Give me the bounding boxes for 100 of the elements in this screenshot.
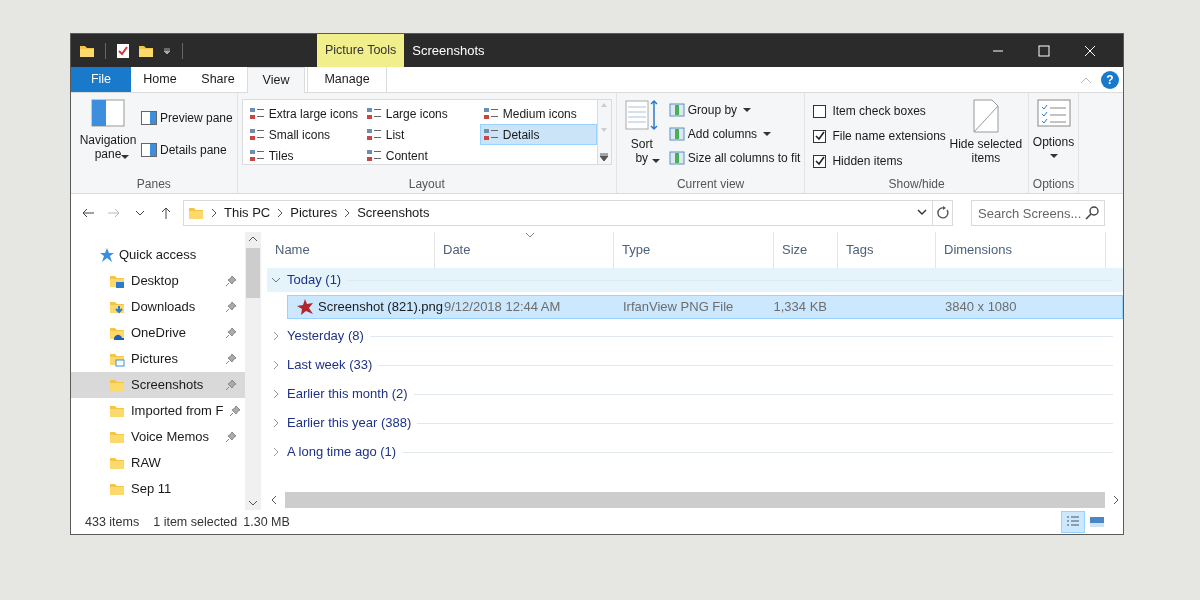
caret-down-icon [743,107,752,113]
chevron-icon [343,208,352,218]
pane-button[interactable]: Details pane [141,141,233,159]
navigation-item[interactable]: Quick access [71,242,245,268]
address-bar[interactable]: This PC Pictures Screenshots [183,200,933,226]
pane-icon [141,143,157,157]
caret-icon [162,45,172,56]
sort-by-button[interactable]: Sort by [620,99,663,175]
group-by-button[interactable]: Group by [668,101,801,119]
breadcrumb[interactable]: Pictures [290,203,338,223]
pane-icon [141,111,157,125]
navigation-pane-button[interactable]: Navigation pane [75,99,141,175]
navigation-label: RAW [131,454,162,473]
ribbon-tab[interactable]: File [71,67,131,92]
folder-icon [109,481,125,497]
layout-option[interactable]: Tiles [245,145,363,166]
options-button[interactable]: Options [1032,99,1075,175]
scroll-down-icon [600,127,609,133]
more-icon [599,152,610,162]
layout-option[interactable]: Content [362,145,480,166]
caret-down-icon [121,154,129,160]
file-row[interactable]: Screenshot (821).png9/12/2018 12:44 AM IrfanView PNG File 1,334 KB 3840 x 1080 [287,295,1123,319]
layout-option[interactable]: Extra large icons [245,103,363,124]
ribbon-tab[interactable]: Manage [307,67,387,92]
navigation-item[interactable]: Sep 11 [71,476,245,502]
navigation-item[interactable]: Desktop [71,268,245,294]
navigation-item[interactable]: OneDrive [71,320,245,346]
table-cell-text: Screenshot (821).png [318,298,444,317]
folder-icon [109,377,125,393]
search-field[interactable]: Search Screens... [971,200,1105,226]
view-icon [482,106,499,121]
refresh-button[interactable] [933,200,953,226]
chevron-right-icon [271,331,281,341]
group-label: Panes [135,176,172,193]
navigation-item[interactable]: Imported from F [71,398,245,424]
group-header[interactable]: Earlier this year (388) [267,411,1123,435]
layout-option[interactable]: Small icons [245,124,363,145]
group-label: Show/hide [887,176,946,193]
size-columns-button[interactable]: Size all columns to fit [668,149,801,167]
column-icon [668,103,685,117]
view-icon [248,127,265,142]
breadcrumb[interactable]: This PC [224,203,271,223]
chevron-right-icon [271,418,281,428]
table-cell-text: IrfanView PNG File [623,298,734,317]
checkbox-option[interactable]: Hidden items [813,152,946,170]
document-icon [971,99,1000,133]
table-cell-text: 3840 x 1080 [945,298,1017,317]
checkbox-option[interactable]: Item check boxes [813,102,946,120]
layout-option[interactable]: Large icons [362,103,480,124]
layout-option[interactable]: List [362,124,480,145]
forward-arrow-icon [107,206,121,220]
column-icon [668,151,685,165]
back-arrow-icon [81,206,95,220]
ribbon-tab[interactable]: View [247,67,305,93]
chevron-right-icon [271,360,281,370]
navigation-item[interactable]: RAW [71,450,245,476]
help-button[interactable]: ? [1101,70,1119,89]
table-cell-text: 9/12/2018 12:44 AM [444,298,561,317]
breadcrumb[interactable]: Screenshots [357,203,430,223]
star-icon [99,247,115,263]
navigation-item[interactable]: Pictures [71,346,245,372]
navigation-item[interactable]: Voice Memos [71,424,245,450]
caret-down-icon [651,158,660,164]
ribbon-tab[interactable]: Share [189,67,247,92]
item-count: 433 items [85,513,140,531]
hide-selected-items-button[interactable]: Hide selected items [947,99,1024,175]
vertical-scrollbar[interactable] [245,232,261,510]
group-header[interactable]: Yesterday (8) [267,324,1123,348]
chevron-icon [210,208,218,218]
navigation-label: Sep 11 [131,480,173,499]
search-icon [1085,206,1099,220]
group-header[interactable]: Last week (33) [267,353,1123,377]
view-icon [248,106,265,121]
layout-option[interactable]: Medium icons [479,103,597,124]
folder-icon [188,205,204,221]
navigation-label: Quick access [119,246,198,265]
navigation-item[interactable]: Screenshots [71,372,245,398]
details-view-button[interactable] [1061,511,1085,533]
navigation-label: OneDrive [131,324,187,343]
context-tab-label: Picture Tools [317,34,405,67]
checkbox[interactable] [813,104,827,118]
add-columns-button[interactable]: Add columns [668,125,801,143]
group-header[interactable]: Today (1) [267,268,1123,292]
sort-indicator-icon [525,232,535,238]
checkbox[interactable] [813,154,827,168]
group-header[interactable]: A long time ago (1) [267,440,1123,464]
table-cell-text: 1,334 KB [773,298,827,317]
layout-option[interactable]: Details [479,124,597,145]
ribbon-tab[interactable]: Home [131,67,189,92]
folder-icon [109,403,125,419]
window-title: Screenshots [412,41,486,60]
navigation-item[interactable]: Downloads [71,294,245,320]
checkbox-option[interactable]: File name extensions [813,127,946,145]
checkbox[interactable] [813,129,827,143]
group-header[interactable]: Earlier this month (2) [267,382,1123,406]
scrollbar-thumb[interactable] [246,248,260,298]
scroll-up-icon [600,102,609,108]
pane-button[interactable]: Preview pane [141,109,233,127]
properties-icon [116,42,130,59]
chevron-down-icon [271,275,281,285]
